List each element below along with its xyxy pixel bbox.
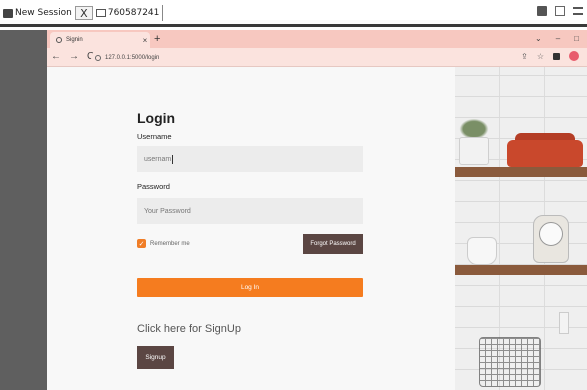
- toolbar-actions: ⇪ ☆: [521, 51, 579, 61]
- globe-icon: [56, 37, 62, 43]
- menu-icon[interactable]: [573, 7, 583, 15]
- browser-tab[interactable]: Signin ×: [50, 32, 150, 48]
- shelf: [455, 167, 587, 177]
- session-controls: [537, 6, 583, 16]
- star-icon[interactable]: ☆: [537, 52, 544, 61]
- minimize-icon[interactable]: –: [556, 34, 560, 43]
- tab-divider: [162, 5, 164, 21]
- new-tab-button[interactable]: +: [154, 32, 160, 46]
- back-icon[interactable]: ←: [51, 50, 61, 64]
- password-placeholder[interactable]: Your Password: [144, 208, 191, 215]
- shelf: [455, 265, 587, 275]
- login-page: [47, 67, 455, 390]
- wire-basket-image: [479, 337, 541, 387]
- username-value[interactable]: usernam: [144, 156, 171, 163]
- login-button[interactable]: Log In: [137, 278, 363, 297]
- url-text[interactable]: 127.0.0.1:5000/login: [105, 55, 159, 61]
- dutch-oven-image: [507, 140, 583, 167]
- share-icon[interactable]: ⇪: [521, 52, 528, 61]
- text-cursor: [172, 154, 174, 164]
- session-bar: New Session X 760587241: [0, 0, 587, 27]
- desktop-background: [0, 30, 47, 390]
- password-label: Password: [137, 182, 170, 191]
- password-input[interactable]: Your Password: [137, 198, 363, 224]
- remember-label[interactable]: Remember me: [150, 241, 190, 247]
- clock-face-image: [539, 222, 563, 246]
- signup-button[interactable]: Signup: [137, 346, 174, 369]
- session-label[interactable]: New Session: [15, 8, 72, 18]
- tab-close-icon[interactable]: ×: [140, 36, 150, 45]
- nav-buttons: ← → C: [51, 50, 94, 64]
- forward-icon[interactable]: →: [69, 50, 79, 64]
- maximize-icon[interactable]: □: [574, 34, 579, 43]
- username-label: Username: [137, 132, 172, 141]
- info-icon[interactable]: [95, 54, 101, 61]
- session-close-button[interactable]: X: [74, 6, 93, 20]
- profile-icon[interactable]: [569, 51, 579, 61]
- kitchen-photo: [455, 67, 587, 390]
- signup-prompt: Click here for SignUp: [137, 323, 241, 335]
- address-bar[interactable]: 127.0.0.1:5000/login: [91, 51, 481, 64]
- browser-tabstrip: Signin × + ⌄ – □: [47, 30, 587, 48]
- sidebar-icon[interactable]: [553, 52, 560, 60]
- window-controls: ⌄ – □: [535, 34, 579, 43]
- monitor-icon: [95, 9, 106, 17]
- page-title: Login: [137, 110, 176, 126]
- pitcher-image: [467, 237, 497, 265]
- remember-me[interactable]: ✓ Remember me: [137, 239, 190, 248]
- forgot-password-button[interactable]: Forgot Password: [303, 234, 363, 254]
- session-app-icon: [3, 8, 13, 18]
- pot-image: [459, 137, 489, 165]
- browser-toolbar: ← → C 127.0.0.1:5000/login ⇪ ☆: [47, 48, 587, 67]
- tab-title: Signin: [66, 37, 83, 43]
- outlet-image: [559, 312, 569, 334]
- display-icon[interactable]: [537, 6, 547, 16]
- remember-checkbox[interactable]: ✓: [137, 239, 146, 248]
- window-icon[interactable]: [555, 6, 565, 16]
- session-id[interactable]: 760587241: [108, 8, 160, 18]
- username-input[interactable]: usernam: [137, 146, 363, 172]
- session-tab[interactable]: New Session X 760587241: [3, 5, 164, 21]
- tab-search-icon[interactable]: ⌄: [535, 34, 542, 43]
